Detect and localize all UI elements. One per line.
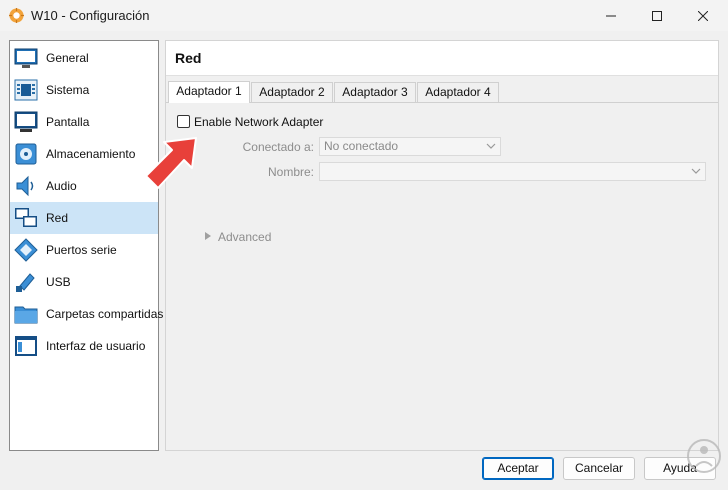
chevron-down-icon	[691, 168, 701, 174]
sidebar-item-label: Sistema	[46, 83, 90, 97]
window-title: W10 - Configuración	[31, 8, 150, 23]
name-label: Nombre:	[267, 165, 314, 179]
expand-triangle-icon[interactable]	[204, 231, 212, 241]
sidebar-item-user-interface[interactable]: Interfaz de usuario	[10, 330, 158, 362]
sidebar-item-label: Puertos serie	[46, 243, 117, 257]
sidebar-item-label: General	[46, 51, 89, 65]
maximize-button[interactable]	[634, 0, 680, 31]
sidebar-item-usb[interactable]: USB	[10, 266, 158, 298]
name-select[interactable]	[319, 162, 706, 181]
display-icon	[14, 111, 38, 132]
tab-adapter-2[interactable]: Adaptador 2	[251, 82, 333, 103]
chevron-down-icon	[486, 143, 496, 149]
sidebar-item-label: Almacenamiento	[46, 147, 136, 161]
enable-adapter-label[interactable]: Enable Network Adapter	[194, 115, 323, 129]
attached-to-value: No conectado	[324, 139, 399, 153]
audio-icon	[16, 175, 34, 197]
close-button[interactable]	[680, 0, 726, 31]
virtualbox-app-icon	[9, 8, 24, 23]
tab-adapter-1[interactable]: Adaptador 1	[168, 81, 250, 103]
settings-sidebar: General Sistema Pantalla Almacenamiento …	[9, 40, 163, 451]
tab-adapter-3[interactable]: Adaptador 3	[334, 82, 416, 103]
user-interface-icon	[15, 336, 37, 356]
enable-adapter-checkbox[interactable]	[177, 115, 190, 128]
attached-to-select[interactable]: No conectado	[319, 137, 501, 156]
sidebar-item-shared-folders[interactable]: Carpetas compartidas	[10, 298, 163, 330]
sidebar-item-general[interactable]: General	[10, 42, 158, 74]
title-bar: W10 - Configuración	[0, 0, 728, 31]
sidebar-item-label: USB	[46, 275, 71, 289]
sidebar-item-serial-ports[interactable]: Puertos serie	[10, 234, 158, 266]
tab-adapter-4[interactable]: Adaptador 4	[417, 82, 499, 103]
section-header: Red	[166, 41, 718, 76]
page-title: Red	[175, 50, 202, 66]
tab-pane-adapter: Enable Network Adapter Conectado a: No c…	[166, 102, 718, 450]
sidebar-item-network[interactable]: Red	[10, 202, 158, 234]
sidebar-item-label: Pantalla	[46, 115, 90, 129]
watermark-logo-icon	[687, 439, 721, 473]
minimize-button[interactable]	[588, 0, 634, 31]
usb-icon	[16, 273, 35, 292]
sidebar-item-label: Audio	[46, 179, 77, 193]
annotation-arrow-icon	[145, 137, 197, 189]
sidebar-item-storage[interactable]: Almacenamiento	[10, 138, 158, 170]
shared-folders-icon	[14, 306, 38, 324]
attached-to-label: Conectado a:	[242, 140, 314, 154]
general-icon	[14, 48, 38, 68]
system-icon	[14, 79, 38, 101]
network-icon	[15, 208, 37, 227]
storage-icon	[15, 143, 37, 165]
minimize-icon	[606, 15, 616, 16]
serial-ports-icon	[14, 238, 38, 262]
ok-button[interactable]: Aceptar	[482, 457, 554, 480]
cancel-button[interactable]: Cancelar	[563, 457, 635, 480]
maximize-icon	[652, 10, 662, 21]
sidebar-item-display[interactable]: Pantalla	[10, 106, 158, 138]
sidebar-item-system[interactable]: Sistema	[10, 74, 158, 106]
sidebar-item-label: Red	[46, 211, 69, 225]
sidebar-item-audio[interactable]: Audio	[10, 170, 158, 202]
close-icon	[698, 10, 708, 21]
sidebar-item-label: Carpetas compartidas	[46, 307, 164, 321]
settings-content: Red Enable Network Adapter Conectado a: …	[165, 40, 719, 451]
advanced-toggle[interactable]: Advanced	[218, 230, 271, 244]
sidebar-item-label: Interfaz de usuario	[46, 339, 146, 353]
